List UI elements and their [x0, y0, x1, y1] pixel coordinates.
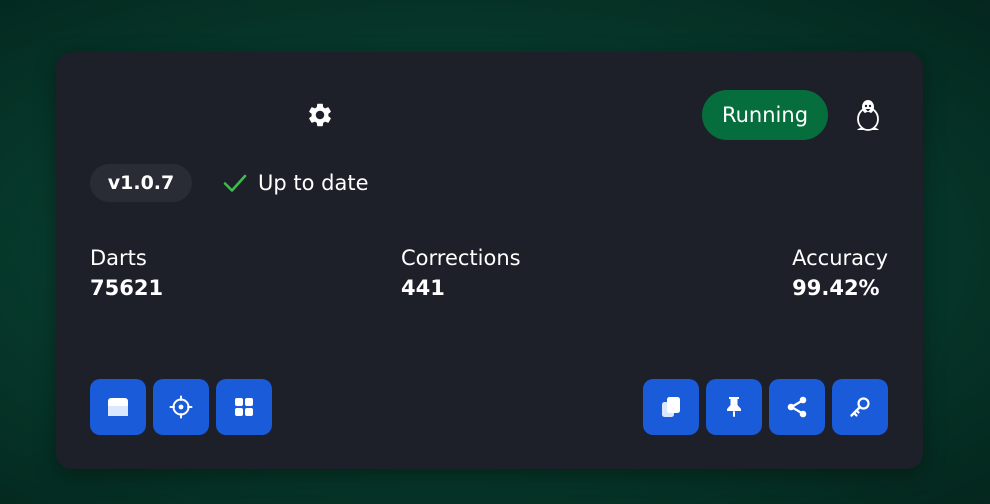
copy-button[interactable] [643, 379, 699, 435]
stat-accuracy-value: 99.42% [792, 276, 880, 300]
status-label: Running [721, 103, 809, 127]
crosshair-button[interactable] [153, 379, 209, 435]
pin-icon [727, 397, 741, 417]
stat-accuracy-label: Accuracy [792, 246, 888, 270]
status-badge: Running [702, 90, 828, 140]
stat-darts: Darts 75621 [90, 242, 163, 302]
update-status: Up to date [222, 166, 369, 200]
stat-corrections: Corrections 441 [401, 242, 521, 302]
version-badge: v1.0.7 [90, 164, 192, 202]
copy-icon [662, 397, 680, 417]
stat-darts-value: 75621 [90, 276, 164, 300]
update-status-text: Up to date [258, 171, 369, 195]
gear-icon[interactable] [306, 101, 334, 129]
crosshair-icon [169, 395, 193, 419]
stat-corrections-label: Corrections [401, 246, 521, 270]
pin-button[interactable] [706, 379, 762, 435]
version-label: v1.0.7 [107, 172, 175, 194]
grid-icon [235, 398, 253, 416]
share-icon [787, 396, 807, 418]
linux-penguin-icon [857, 100, 879, 131]
window-button[interactable] [90, 379, 146, 435]
stat-accuracy: Accuracy 99.42% [792, 242, 888, 302]
status-card: Running v1.0.7 Up to date Darts 75621 Co… [56, 52, 923, 469]
stat-corrections-value: 441 [401, 276, 445, 300]
stat-darts-label: Darts [90, 246, 147, 270]
share-button[interactable] [769, 379, 825, 435]
window-icon [108, 398, 128, 416]
check-icon [223, 174, 247, 192]
grid-button[interactable] [216, 379, 272, 435]
key-icon [850, 397, 870, 417]
key-button[interactable] [832, 379, 888, 435]
